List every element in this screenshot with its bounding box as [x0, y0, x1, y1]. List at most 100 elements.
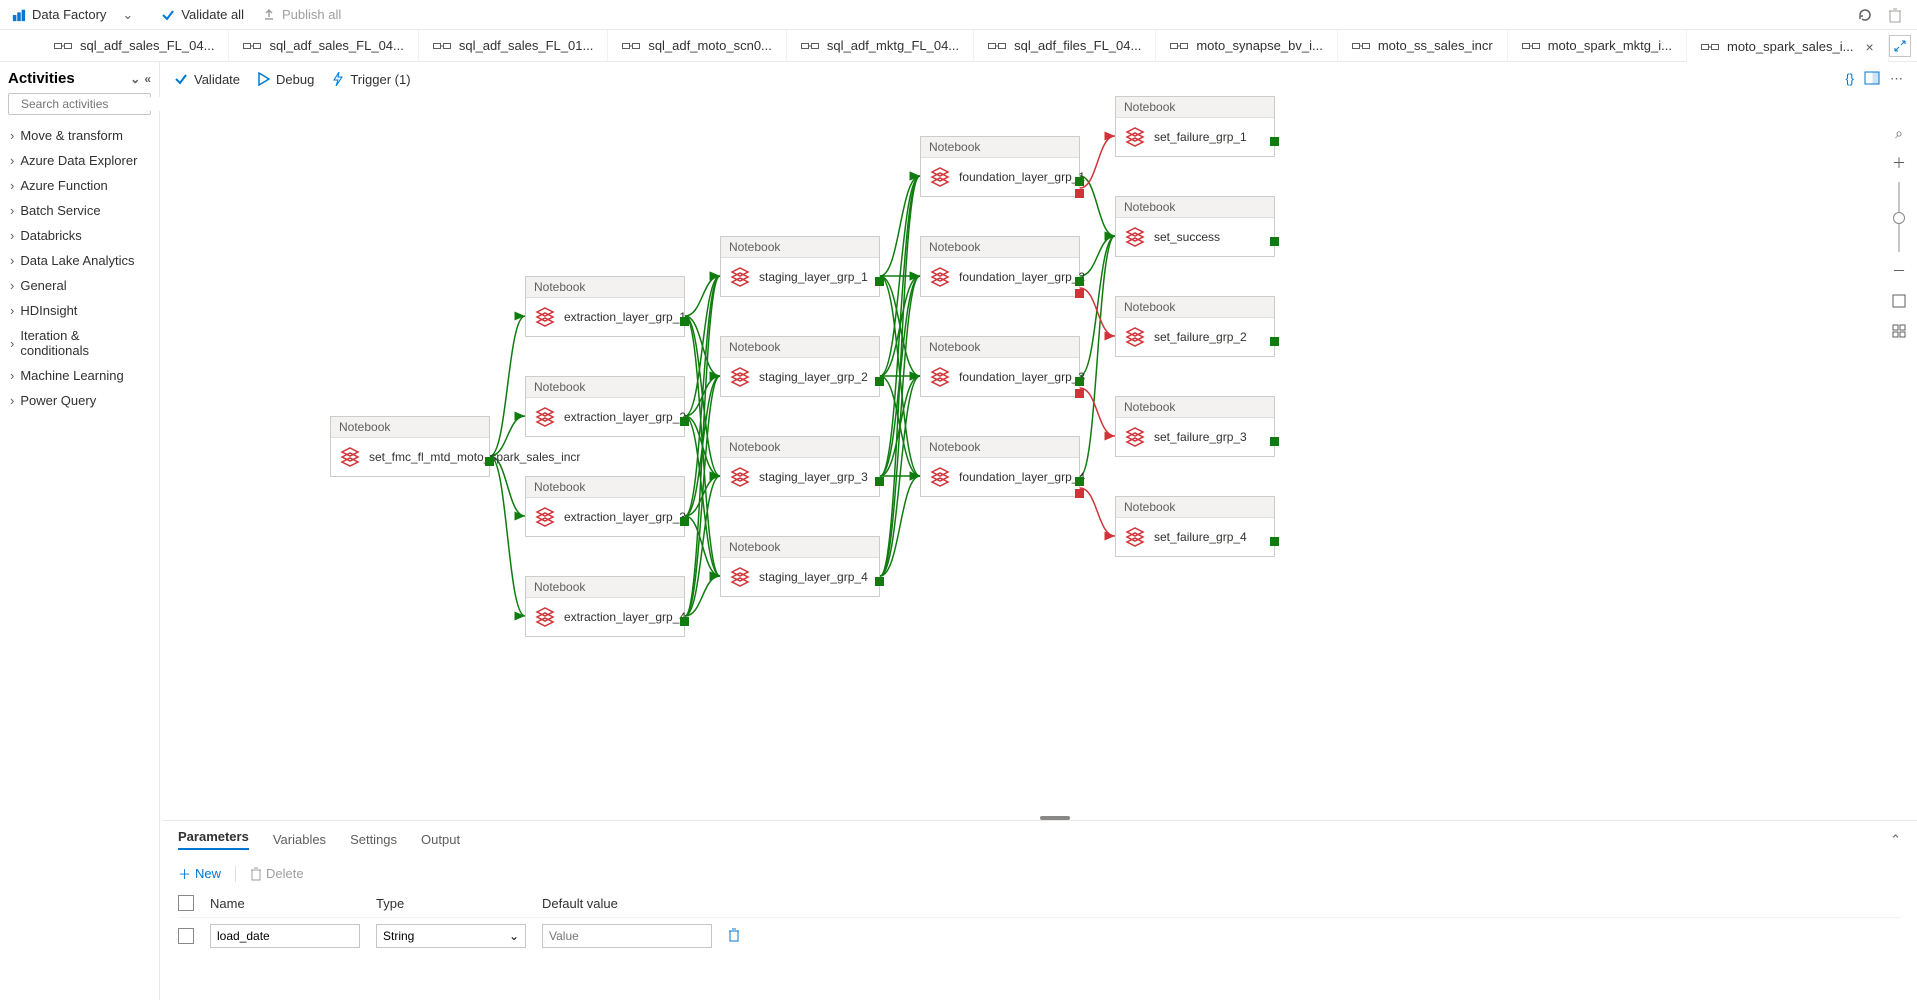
close-icon[interactable]: × — [1865, 39, 1873, 55]
tab-label: sql_adf_moto_scn0... — [648, 38, 772, 53]
activity-category[interactable]: ›Power Query — [8, 388, 151, 413]
collapse-icon[interactable]: « — [144, 72, 151, 86]
notebook-activity[interactable]: Notebookfoundation_layer_grp_3 — [920, 336, 1080, 397]
pipeline-tab[interactable]: sql_adf_mktg_FL_04... — [787, 30, 974, 61]
publish-all-button[interactable]: Publish all — [262, 7, 341, 22]
notebook-activity[interactable]: Notebookset_failure_grp_1 — [1115, 96, 1275, 157]
zoom-out-button[interactable]: － — [1888, 260, 1910, 282]
connector-port[interactable] — [1075, 177, 1084, 186]
notebook-activity[interactable]: Notebookfoundation_layer_grp_4 — [920, 436, 1080, 497]
refresh-button[interactable] — [1855, 5, 1875, 25]
connector-port[interactable] — [680, 617, 689, 626]
notebook-activity[interactable]: Notebookset_fmc_fl_mtd_moto_spark_sales_… — [330, 416, 490, 477]
pipeline-tab[interactable]: sql_adf_sales_FL_01... — [419, 30, 608, 61]
canvas-more-button[interactable]: ⋯ — [1890, 71, 1903, 87]
connector-port[interactable] — [875, 377, 884, 386]
connector-port[interactable] — [1270, 337, 1279, 346]
connector-port[interactable] — [1075, 277, 1084, 286]
connector-port[interactable] — [680, 317, 689, 326]
bottom-tab[interactable]: Settings — [350, 832, 397, 847]
new-param-button[interactable]: ＋New — [178, 864, 221, 883]
connector-port[interactable] — [1075, 189, 1084, 198]
pipeline-tab[interactable]: moto_spark_mktg_i... — [1508, 30, 1687, 61]
activity-category[interactable]: ›Azure Data Explorer — [8, 148, 151, 173]
bottom-tab[interactable]: Output — [421, 832, 460, 847]
notebook-activity[interactable]: Notebookset_failure_grp_2 — [1115, 296, 1275, 357]
param-name-input[interactable] — [210, 924, 360, 948]
notebook-activity[interactable]: Notebookstaging_layer_grp_2 — [720, 336, 880, 397]
service-switcher[interactable]: Data Factory ⌄ — [12, 7, 143, 23]
bottom-tab[interactable]: Parameters — [178, 829, 249, 850]
connector-port[interactable] — [1075, 489, 1084, 498]
notebook-activity[interactable]: Notebookfoundation_layer_grp_2 — [920, 236, 1080, 297]
notebook-activity[interactable]: Notebookextraction_layer_grp_2 — [525, 376, 685, 437]
search-input-wrap[interactable] — [8, 93, 151, 115]
activity-category[interactable]: ›Azure Function — [8, 173, 151, 198]
param-default-input[interactable] — [542, 924, 712, 948]
bottom-tab[interactable]: Variables — [273, 832, 326, 847]
zoom-slider[interactable] — [1898, 182, 1900, 252]
connector-port[interactable] — [680, 417, 689, 426]
activity-category[interactable]: ›Databricks — [8, 223, 151, 248]
zoom-search-button[interactable]: ⌕ — [1888, 122, 1910, 144]
connector-port[interactable] — [1075, 389, 1084, 398]
notebook-activity[interactable]: Notebookstaging_layer_grp_1 — [720, 236, 880, 297]
pipeline-tab[interactable]: moto_spark_sales_i...× — [1687, 30, 1889, 61]
connector-port[interactable] — [1075, 289, 1084, 298]
reset-view-button[interactable] — [1888, 320, 1910, 342]
connector-port[interactable] — [680, 517, 689, 526]
toggle-panel-button[interactable] — [1889, 35, 1911, 57]
activity-category[interactable]: ›Move & transform — [8, 123, 151, 148]
connector-port[interactable] — [1270, 237, 1279, 246]
select-all-checkbox[interactable] — [178, 895, 194, 911]
chevrons-icon[interactable]: ⌄ — [130, 72, 140, 86]
pipeline-tab[interactable]: moto_synapse_bv_i... — [1156, 30, 1337, 61]
connector-port[interactable] — [875, 577, 884, 586]
trigger-button[interactable]: Trigger (1) — [332, 72, 410, 87]
delete-row-button[interactable] — [728, 928, 740, 945]
notebook-activity[interactable]: Notebookextraction_layer_grp_1 — [525, 276, 685, 337]
connector-port[interactable] — [1270, 437, 1279, 446]
connector-port[interactable] — [485, 457, 494, 466]
notebook-activity[interactable]: Notebookstaging_layer_grp_4 — [720, 536, 880, 597]
properties-button[interactable] — [1864, 71, 1880, 85]
notebook-activity[interactable]: Notebookset_failure_grp_4 — [1115, 496, 1275, 557]
pipeline-tab[interactable]: sql_adf_files_FL_04... — [974, 30, 1156, 61]
notebook-activity[interactable]: Notebookset_success — [1115, 196, 1275, 257]
pipeline-tab[interactable]: sql_adf_sales_FL_04... — [40, 30, 229, 61]
activity-category[interactable]: ›Iteration & conditionals — [8, 323, 151, 363]
connector-port[interactable] — [875, 277, 884, 286]
connector-port[interactable] — [875, 477, 884, 486]
notebook-activity[interactable]: Notebookextraction_layer_grp_4 — [525, 576, 685, 637]
notebook-activity[interactable]: Notebookextraction_layer_grp_3 — [525, 476, 685, 537]
code-view-button[interactable]: {} — [1845, 71, 1854, 87]
fit-button[interactable] — [1888, 290, 1910, 312]
activity-category[interactable]: ›General — [8, 273, 151, 298]
connector-port[interactable] — [1075, 477, 1084, 486]
pipeline-tab[interactable]: sql_adf_moto_scn0... — [608, 30, 787, 61]
zoom-knob[interactable] — [1893, 212, 1905, 224]
activity-category[interactable]: ›Batch Service — [8, 198, 151, 223]
discard-button[interactable] — [1885, 5, 1905, 25]
activity-category[interactable]: ›Machine Learning — [8, 363, 151, 388]
connector-port[interactable] — [1270, 537, 1279, 546]
search-input[interactable] — [21, 97, 176, 111]
delete-param-button[interactable]: Delete — [250, 866, 304, 881]
param-type-select[interactable]: String⌄ — [376, 924, 526, 948]
notebook-activity[interactable]: Notebookstaging_layer_grp_3 — [720, 436, 880, 497]
notebook-activity[interactable]: Notebookfoundation_layer_grp_1 — [920, 136, 1080, 197]
zoom-in-button[interactable]: ＋ — [1888, 152, 1910, 174]
pipeline-tab[interactable]: moto_ss_sales_incr — [1338, 30, 1508, 61]
activity-category[interactable]: ›Data Lake Analytics — [8, 248, 151, 273]
panel-drag-handle[interactable] — [1040, 816, 1070, 820]
row-checkbox[interactable] — [178, 928, 194, 944]
debug-button[interactable]: Debug — [258, 72, 314, 87]
validate-all-button[interactable]: Validate all — [161, 7, 244, 22]
panel-collapse-button[interactable]: ⌃ — [1890, 832, 1901, 848]
validate-button[interactable]: Validate — [174, 72, 240, 87]
notebook-activity[interactable]: Notebookset_failure_grp_3 — [1115, 396, 1275, 457]
activity-category[interactable]: ›HDInsight — [8, 298, 151, 323]
pipeline-tab[interactable]: sql_adf_sales_FL_04... — [229, 30, 418, 61]
connector-port[interactable] — [1075, 377, 1084, 386]
connector-port[interactable] — [1270, 137, 1279, 146]
